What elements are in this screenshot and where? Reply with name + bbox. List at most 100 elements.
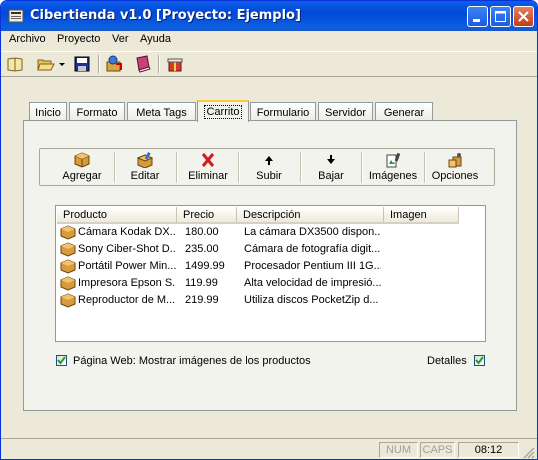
- cell-precio: 1499.99: [185, 260, 225, 272]
- action-bar: Agregar Editar Eliminar Subir Bajar Imág…: [39, 148, 495, 186]
- images-button[interactable]: Imágenes: [363, 149, 423, 185]
- tab-label: Carrito: [204, 105, 242, 119]
- minimize-button[interactable]: [467, 6, 488, 27]
- tab-label: Servidor: [325, 107, 366, 119]
- cell-descripcion: Utiliza discos PocketZip d...: [244, 294, 379, 306]
- cell-descripcion: Alta velocidad de impresió...: [244, 277, 381, 289]
- minimize-icon: [473, 19, 480, 22]
- products-table[interactable]: Producto Precio Descripción Imagen Cámar…: [55, 205, 486, 342]
- column-header-producto[interactable]: Producto: [57, 207, 177, 224]
- resize-grip-icon[interactable]: [523, 447, 535, 459]
- checkmark-icon: [475, 356, 484, 365]
- options-button[interactable]: Opciones: [426, 149, 484, 185]
- box-edit-icon: [137, 152, 153, 168]
- menu-ayuda[interactable]: Ayuda: [140, 33, 171, 45]
- book-icon[interactable]: [134, 55, 152, 73]
- column-header-descripcion[interactable]: Descripción: [237, 207, 384, 224]
- maximize-button[interactable]: [490, 6, 511, 27]
- toolbar-separator: [158, 55, 160, 73]
- maximize-icon: [495, 11, 506, 22]
- open-book-icon[interactable]: [6, 55, 24, 73]
- show-images-label[interactable]: Página Web: Mostrar imágenes de los prod…: [73, 355, 311, 367]
- tab-meta-tags[interactable]: Meta Tags: [127, 102, 196, 121]
- separator: [114, 152, 116, 183]
- toolbar-separator: [98, 55, 100, 73]
- delete-button[interactable]: Eliminar: [179, 149, 237, 185]
- product-box-icon: [60, 276, 76, 291]
- toolbar: [1, 51, 537, 77]
- add-button-label: Agregar: [62, 170, 102, 182]
- tab-carrito[interactable]: Carrito: [197, 100, 249, 122]
- product-box-icon: [60, 242, 76, 257]
- product-box-icon: [60, 293, 76, 308]
- separator: [176, 152, 178, 183]
- move-down-button[interactable]: Bajar: [302, 149, 360, 185]
- checkmark-icon: [57, 356, 66, 365]
- caps-lock-indicator: CAPS: [420, 442, 455, 458]
- show-images-checkbox[interactable]: [56, 355, 67, 366]
- table-row[interactable]: Cámara Kodak DX... 180.00 La cámara DX35…: [57, 224, 484, 241]
- column-header-precio[interactable]: Precio: [177, 207, 237, 224]
- cell-producto: Cámara Kodak DX...: [78, 226, 176, 238]
- close-button[interactable]: [513, 6, 534, 27]
- cell-producto: Impresora Epson S...: [78, 277, 176, 289]
- menu-archivo[interactable]: Archivo: [9, 33, 46, 45]
- cell-precio: 219.99: [185, 294, 219, 306]
- options-box-icon: [448, 153, 462, 168]
- tab-formato[interactable]: Formato: [69, 102, 125, 121]
- table-row[interactable]: Portátil Power Min... 1499.99 Procesador…: [57, 258, 484, 275]
- move-up-button[interactable]: Subir: [240, 149, 298, 185]
- status-bar: NUM CAPS 08:12: [1, 438, 537, 459]
- menu-bar: Archivo Proyecto Ver Ayuda: [1, 31, 537, 49]
- tab-inicio[interactable]: Inicio: [29, 102, 67, 121]
- title-bar[interactable]: Cibertienda v1.0 [Proyecto: Ejemplo]: [1, 1, 537, 31]
- product-box-icon: [60, 225, 76, 240]
- tab-label: Generar: [383, 107, 425, 119]
- arrow-down-icon: [327, 155, 335, 164]
- table-row[interactable]: Impresora Epson S... 119.99 Alta velocid…: [57, 275, 484, 292]
- tab-label: Inicio: [35, 107, 61, 119]
- cell-descripcion: Procesador Pentium III 1G...: [244, 260, 381, 272]
- clock: 08:12: [458, 442, 519, 458]
- column-header-imagen[interactable]: Imagen: [384, 207, 459, 224]
- delete-x-icon: [201, 153, 215, 167]
- edit-button[interactable]: Editar: [117, 149, 173, 185]
- details-label[interactable]: Detalles: [427, 355, 467, 367]
- images-button-label: Imágenes: [368, 170, 418, 182]
- cell-precio: 119.99: [185, 277, 218, 289]
- delete-button-label: Eliminar: [188, 170, 228, 182]
- cell-producto: Portátil Power Min...: [78, 260, 176, 272]
- save-disk-icon[interactable]: [73, 55, 91, 73]
- details-checkbox[interactable]: [474, 355, 485, 366]
- box-add-icon: [74, 152, 90, 168]
- tab-label: Meta Tags: [136, 107, 187, 119]
- upload-publish-icon[interactable]: [105, 55, 123, 73]
- cell-producto: Sony Ciber-Shot D...: [78, 243, 176, 255]
- tab-generar[interactable]: Generar: [375, 102, 433, 121]
- arrow-up-icon: [265, 156, 273, 165]
- table-row[interactable]: Sony Ciber-Shot D... 235.00 Cámara de fo…: [57, 241, 484, 258]
- edit-button-label: Editar: [130, 170, 160, 182]
- cell-precio: 180.00: [185, 226, 219, 238]
- add-button[interactable]: Agregar: [52, 149, 112, 185]
- cell-descripcion: Cámara de fotografía digit...: [244, 243, 381, 255]
- tab-label: Formulario: [256, 107, 310, 119]
- dropdown-arrow-icon[interactable]: [57, 55, 67, 73]
- product-box-icon: [60, 259, 76, 274]
- app-icon: [8, 9, 24, 23]
- images-icon: [386, 152, 401, 168]
- cell-precio: 235.00: [185, 243, 219, 255]
- menu-proyecto[interactable]: Proyecto: [57, 33, 100, 45]
- tab-servidor[interactable]: Servidor: [318, 102, 373, 121]
- tab-label: Formato: [76, 107, 118, 119]
- menu-ver[interactable]: Ver: [112, 33, 129, 45]
- table-row[interactable]: Reproductor de M... 219.99 Utiliza disco…: [57, 292, 484, 309]
- move-down-button-label: Bajar: [318, 170, 344, 182]
- tab-formulario[interactable]: Formulario: [250, 102, 316, 121]
- open-folder-icon[interactable]: [37, 55, 55, 73]
- move-up-button-label: Subir: [256, 170, 282, 182]
- cell-descripcion: La cámara DX3500 dispon...: [244, 226, 381, 238]
- app-window: Cibertienda v1.0 [Proyecto: Ejemplo] Arc…: [0, 0, 538, 460]
- gift-icon[interactable]: [166, 55, 184, 73]
- close-icon: [518, 11, 529, 22]
